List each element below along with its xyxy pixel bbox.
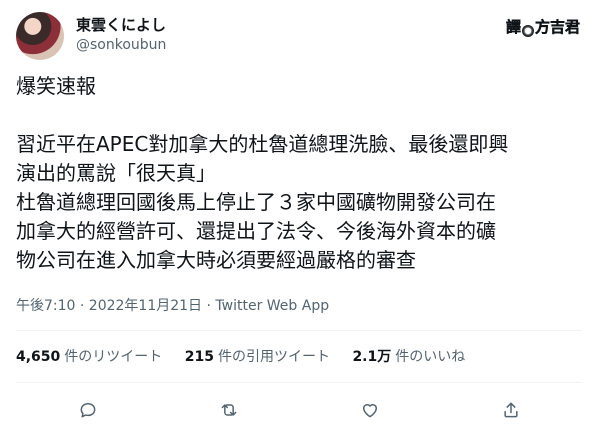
tweet-line: 習近平在APEC對加拿大的杜魯道總理洗臉、最後還即興 [16, 132, 509, 156]
tweet-line: 演出的罵說「很天真」 [16, 161, 216, 185]
translator-prefix: 譯 [505, 18, 521, 36]
tweet-stats: 4,650 件のリツイート 215 件の引用ツイート 2.1万 件のいいね [16, 348, 483, 366]
likes-stat[interactable]: 2.1万 件のいいね [352, 348, 465, 366]
share-button[interactable] [497, 396, 525, 424]
tweet-line: 加拿大的經營許可、還提出了法令、今後海外資本的礦 [16, 219, 496, 243]
author-display-name[interactable]: 東雲くによし [76, 15, 166, 35]
tweet-actions [16, 396, 582, 424]
divider [16, 382, 582, 383]
quotes-label: 件の引用ツイート [217, 349, 330, 365]
like-button[interactable] [356, 396, 384, 424]
quotes-stat[interactable]: 215 件の引用ツイート [185, 348, 330, 366]
tweet-line: 爆笑速報 [16, 74, 96, 98]
translator-name: 方吉君 [534, 18, 580, 36]
avatar[interactable] [16, 12, 64, 60]
author-handle[interactable]: @sonkoubun [76, 36, 166, 54]
quotes-count: 215 [184, 349, 214, 365]
separator-dot: ● [521, 25, 534, 37]
retweets-count: 4,650 [16, 349, 61, 365]
likes-label: 件のいいね [395, 349, 466, 365]
retweet-button[interactable] [215, 396, 243, 424]
heart-icon [363, 404, 377, 418]
share-icon [504, 402, 518, 418]
retweet-icon [221, 404, 237, 416]
retweets-stat[interactable]: 4,650 件のリツイート [16, 348, 162, 366]
tweet-line: 杜魯道總理回國後馬上停止了３家中國礦物開發公司在 [16, 190, 496, 214]
divider [16, 330, 582, 331]
reply-button[interactable] [74, 396, 102, 424]
reply-icon [80, 403, 96, 418]
tweet-text: 爆笑速報 習近平在APEC對加拿大的杜魯道總理洗臉、最後還即興 演出的罵說「很天… [16, 72, 582, 275]
tweet-line: 物公司在進入加拿大時必須要經過嚴格的審查 [16, 248, 416, 272]
translator-watermark: 譯 ● 方吉君 [506, 16, 580, 37]
tweet-timestamp[interactable]: 午後7:10 · 2022年11月21日 · Twitter Web App [16, 297, 329, 315]
retweets-label: 件のリツイート [64, 349, 163, 365]
likes-count: 2.1万 [352, 349, 392, 365]
